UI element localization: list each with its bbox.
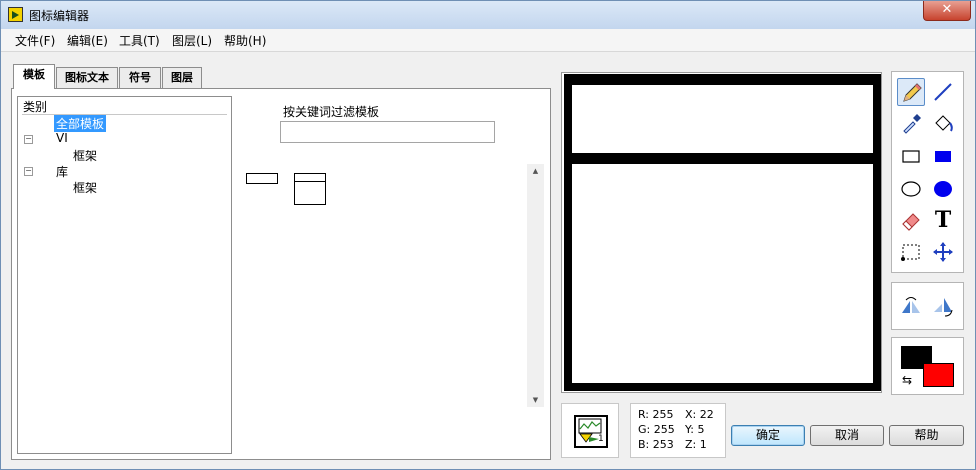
icon-preview: 1 — [561, 403, 619, 458]
ok-button[interactable]: 确定 — [731, 425, 805, 446]
line-icon[interactable] — [929, 78, 957, 106]
labview-app-icon — [8, 7, 23, 22]
fill-bucket-icon[interactable] — [929, 110, 957, 138]
info-blue: B: 253 — [638, 438, 674, 451]
dropper-icon[interactable] — [897, 110, 925, 138]
tree-item-library[interactable]: 库 — [56, 163, 68, 180]
color-panel: ⇆ — [891, 337, 964, 395]
info-x: X: 22 — [685, 408, 714, 421]
tree-expander-library[interactable]: − — [24, 167, 33, 176]
scroll-up-icon[interactable]: ▲ — [527, 164, 544, 178]
template-thumbnail-frame[interactable] — [294, 173, 326, 205]
background-color-swatch[interactable] — [923, 363, 954, 387]
select-icon[interactable] — [897, 238, 925, 266]
filled-rectangle-icon[interactable] — [929, 142, 957, 170]
filter-label: 按关键词过滤模板 — [283, 105, 380, 119]
eraser-icon[interactable] — [897, 206, 925, 234]
cancel-button[interactable]: 取消 — [810, 425, 884, 446]
rectangle-icon[interactable] — [897, 142, 925, 170]
tab-icon-text[interactable]: 图标文本 — [56, 67, 118, 88]
tab-layers[interactable]: 图层 — [162, 67, 202, 88]
tree-item-vi-frame[interactable]: 框架 — [73, 147, 97, 164]
menu-tools[interactable]: 工具(T) — [119, 32, 160, 49]
flip-horizontal-icon[interactable] — [897, 293, 925, 321]
tab-glyphs[interactable]: 符号 — [119, 67, 161, 88]
tree-expander-vi[interactable]: − — [24, 135, 33, 144]
info-z: Z: 1 — [685, 438, 707, 451]
flip-rotate-panel — [891, 282, 964, 330]
title-bar[interactable]: 图标编辑器 ✕ — [1, 1, 975, 29]
preview-number: 1 — [598, 434, 604, 444]
info-red: R: 255 — [638, 408, 674, 421]
menu-bar: 文件(F) 编辑(E) 工具(T) 图层(L) 帮助(H) — [1, 29, 975, 52]
vi-icon-preview: 1 — [574, 415, 608, 448]
tool-palette: T — [891, 71, 964, 273]
tree-header: 类别 — [22, 98, 227, 115]
template-thumbnail-banner[interactable] — [246, 173, 278, 184]
text-icon[interactable]: T — [929, 206, 957, 234]
scroll-down-icon[interactable]: ▼ — [527, 393, 544, 407]
tab-templates[interactable]: 模板 — [13, 64, 55, 89]
tree-item-vi[interactable]: VI — [56, 131, 68, 145]
filled-ellipse-icon[interactable] — [929, 174, 957, 202]
close-button[interactable]: ✕ — [923, 1, 971, 21]
icon-editor-window: 图标编辑器 ✕ 文件(F) 编辑(E) 工具(T) 图层(L) 帮助(H) 模板… — [0, 0, 976, 470]
canvas-banner-area[interactable] — [572, 85, 873, 153]
menu-file[interactable]: 文件(F) — [15, 32, 55, 49]
tree-item-all-templates[interactable]: 全部模板 — [54, 115, 107, 132]
filter-input[interactable] — [280, 121, 495, 143]
pixel-info: R: 255 G: 255 B: 253 X: 22 Y: 5 Z: 1 — [630, 403, 726, 458]
canvas-body-area[interactable] — [572, 164, 873, 383]
info-green: G: 255 — [638, 423, 675, 436]
move-icon[interactable] — [929, 238, 957, 266]
menu-help[interactable]: 帮助(H) — [224, 32, 266, 49]
info-y: Y: 5 — [685, 423, 705, 436]
help-button[interactable]: 帮助 — [889, 425, 964, 446]
swap-colors-icon[interactable]: ⇆ — [902, 374, 912, 386]
window-title: 图标编辑器 — [29, 9, 90, 23]
menu-layers[interactable]: 图层(L) — [172, 32, 212, 49]
ellipse-icon[interactable] — [897, 174, 925, 202]
tree-header-label: 类别 — [23, 100, 48, 114]
tree-item-library-frame[interactable]: 框架 — [73, 179, 97, 196]
pencil-icon[interactable] — [897, 78, 925, 106]
category-tree[interactable]: 类别 全部模板 − VI 框架 − 库 框架 — [17, 96, 232, 454]
menu-edit[interactable]: 编辑(E) — [67, 32, 108, 49]
rotate-icon[interactable] — [929, 293, 957, 321]
template-scrollbar[interactable]: ▲ ▼ — [527, 164, 544, 407]
